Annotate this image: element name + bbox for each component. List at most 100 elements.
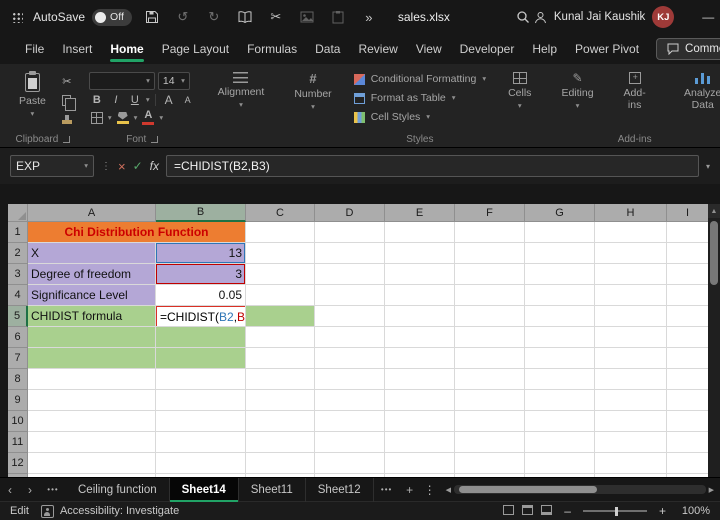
menu-item-data[interactable]: Data bbox=[306, 34, 349, 64]
format-painter-button[interactable] bbox=[59, 112, 75, 126]
save-button[interactable] bbox=[141, 5, 163, 29]
cell[interactable] bbox=[525, 369, 595, 390]
normal-view-button[interactable] bbox=[503, 504, 515, 518]
font-color-button[interactable]: A bbox=[140, 110, 156, 125]
cell[interactable] bbox=[455, 243, 525, 264]
cell[interactable] bbox=[315, 348, 385, 369]
cell[interactable] bbox=[28, 411, 156, 432]
cell[interactable] bbox=[455, 222, 525, 243]
cell[interactable] bbox=[246, 453, 315, 474]
dialog-launcher-icon[interactable] bbox=[151, 136, 159, 143]
name-box[interactable]: EXP ▾ bbox=[10, 155, 94, 177]
cell[interactable] bbox=[525, 453, 595, 474]
cell[interactable] bbox=[595, 390, 667, 411]
cell[interactable] bbox=[595, 348, 667, 369]
cell[interactable] bbox=[28, 369, 156, 390]
cancel-entry-button[interactable]: × bbox=[118, 159, 126, 174]
cell[interactable] bbox=[385, 432, 455, 453]
menu-item-home[interactable]: Home bbox=[101, 34, 152, 64]
row-header-6[interactable]: 6 bbox=[8, 327, 28, 348]
row-header-4[interactable]: 4 bbox=[8, 285, 28, 306]
sheet-nav-left-button[interactable]: ‹ bbox=[0, 483, 20, 497]
cell[interactable] bbox=[156, 453, 246, 474]
vertical-scrollbar[interactable]: ▲ bbox=[708, 204, 720, 477]
cell[interactable] bbox=[595, 432, 667, 453]
menu-item-review[interactable]: Review bbox=[349, 34, 406, 64]
column-header-f[interactable]: F bbox=[455, 204, 525, 222]
cell-a1-title[interactable]: Chi Distribution Function bbox=[28, 222, 246, 243]
cell[interactable] bbox=[246, 369, 315, 390]
row-header-10[interactable]: 10 bbox=[8, 411, 28, 432]
toolbar-overflow-button[interactable]: » bbox=[358, 5, 380, 29]
conditional-formatting-button[interactable]: Conditional Formatting ▾ bbox=[353, 71, 486, 87]
dialog-launcher-icon[interactable] bbox=[63, 136, 71, 143]
cell[interactable] bbox=[595, 285, 667, 306]
cell[interactable] bbox=[28, 432, 156, 453]
row-header-12[interactable]: 12 bbox=[8, 453, 28, 474]
tab-ceiling-function[interactable]: Ceiling function bbox=[66, 477, 170, 502]
column-header-h[interactable]: H bbox=[595, 204, 667, 222]
cell[interactable] bbox=[315, 285, 385, 306]
cell[interactable] bbox=[455, 453, 525, 474]
cell[interactable] bbox=[595, 327, 667, 348]
cell-a7[interactable] bbox=[28, 348, 156, 369]
cell[interactable] bbox=[315, 432, 385, 453]
column-header-a[interactable]: A bbox=[28, 204, 156, 222]
cell[interactable] bbox=[595, 369, 667, 390]
cell[interactable] bbox=[525, 285, 595, 306]
zoom-in-button[interactable]: + bbox=[659, 504, 666, 518]
cell-b5-edit-box[interactable]: =CHIDIST(B2,B3) bbox=[156, 306, 245, 326]
cell[interactable] bbox=[595, 264, 667, 285]
menu-item-insert[interactable]: Insert bbox=[53, 34, 101, 64]
increase-font-button[interactable]: A bbox=[161, 93, 177, 107]
cell[interactable] bbox=[385, 327, 455, 348]
redo-button[interactable]: ↻ bbox=[203, 5, 225, 29]
format-as-table-button[interactable]: Format as Table ▾ bbox=[353, 90, 456, 106]
menu-item-page-layout[interactable]: Page Layout bbox=[153, 34, 238, 64]
cell[interactable] bbox=[595, 453, 667, 474]
row-header-2[interactable]: 2 bbox=[8, 243, 28, 264]
row-header-3[interactable]: 3 bbox=[8, 264, 28, 285]
cell[interactable] bbox=[595, 222, 667, 243]
cell-b3[interactable]: 3 bbox=[156, 264, 246, 285]
cell[interactable] bbox=[667, 348, 708, 369]
sheet-nav-right-button[interactable]: › bbox=[20, 483, 40, 497]
row-header-5[interactable]: 5 bbox=[8, 306, 28, 327]
cell[interactable] bbox=[315, 411, 385, 432]
cell[interactable] bbox=[667, 264, 708, 285]
cell[interactable] bbox=[315, 306, 385, 327]
cell[interactable] bbox=[315, 390, 385, 411]
cell[interactable] bbox=[246, 243, 315, 264]
column-header-g[interactable]: G bbox=[525, 204, 595, 222]
cell-b2[interactable]: 13 bbox=[156, 243, 246, 264]
cell[interactable] bbox=[667, 453, 708, 474]
cell[interactable] bbox=[455, 348, 525, 369]
menu-item-formulas[interactable]: Formulas bbox=[238, 34, 306, 64]
cell[interactable] bbox=[667, 390, 708, 411]
cell[interactable] bbox=[455, 390, 525, 411]
tab-options-button[interactable]: ⋮ bbox=[420, 483, 440, 497]
page-layout-view-button[interactable] bbox=[522, 504, 534, 518]
cell[interactable] bbox=[156, 411, 246, 432]
tab-sheet11[interactable]: Sheet11 bbox=[239, 477, 306, 502]
menu-item-file[interactable]: File bbox=[16, 34, 53, 64]
cell[interactable] bbox=[455, 306, 525, 327]
cell[interactable] bbox=[246, 285, 315, 306]
insert-function-button[interactable]: fx bbox=[150, 159, 159, 173]
autosave-toggle[interactable]: Off bbox=[92, 8, 132, 26]
cell[interactable] bbox=[315, 327, 385, 348]
scroll-right-icon[interactable]: ▶ bbox=[709, 486, 714, 494]
cell[interactable] bbox=[385, 369, 455, 390]
horizontal-scrollbar[interactable]: ◀ ▶ bbox=[440, 485, 720, 494]
cell[interactable] bbox=[595, 411, 667, 432]
cell[interactable] bbox=[455, 327, 525, 348]
row-header-7[interactable]: 7 bbox=[8, 348, 28, 369]
italic-button[interactable]: I bbox=[108, 93, 124, 107]
cell[interactable] bbox=[28, 453, 156, 474]
row-header-9[interactable]: 9 bbox=[8, 390, 28, 411]
tab-sheet14[interactable]: Sheet14 bbox=[169, 477, 239, 502]
analyze-data-button[interactable]: Analyze Data bbox=[668, 66, 720, 111]
editing-button[interactable]: ✎ Editing ▾ bbox=[553, 66, 601, 110]
cell[interactable] bbox=[667, 222, 708, 243]
cell-styles-button[interactable]: Cell Styles ▾ bbox=[353, 109, 430, 125]
